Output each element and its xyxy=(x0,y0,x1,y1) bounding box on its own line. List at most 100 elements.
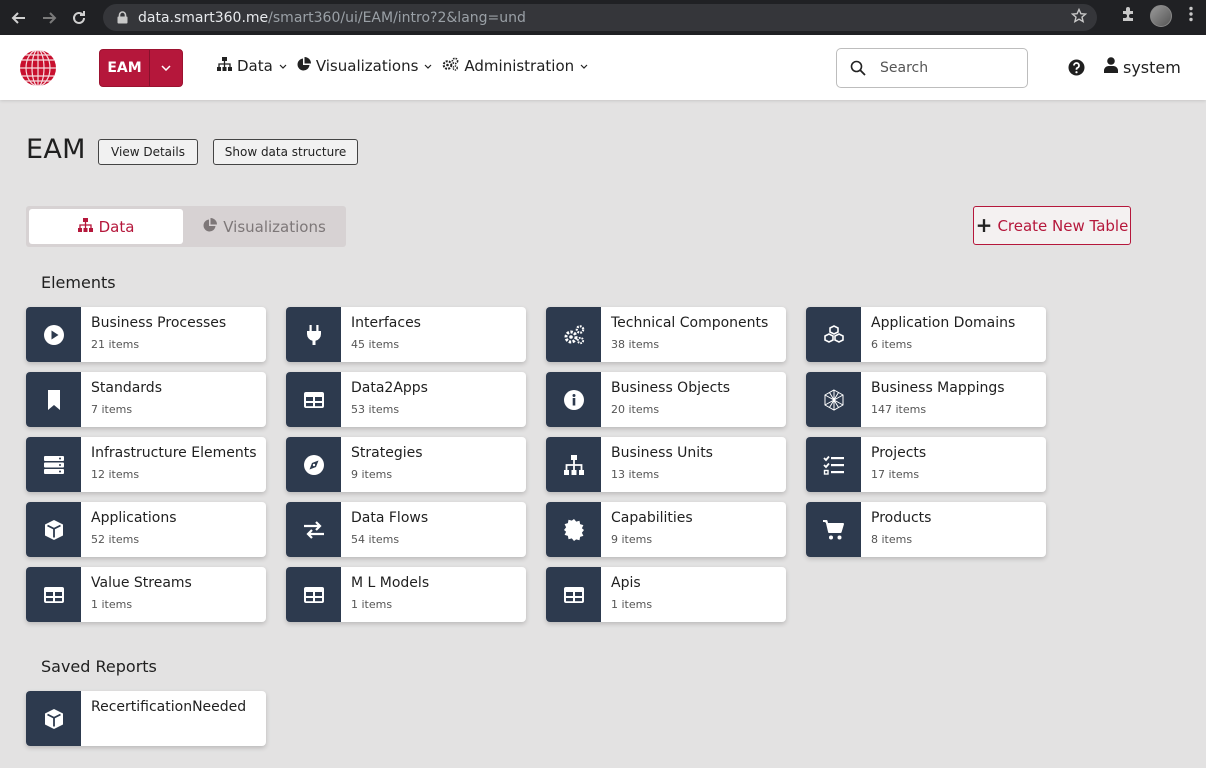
card-count: 147 items xyxy=(871,403,927,416)
view-toggle: Data Visualizations xyxy=(26,206,346,247)
element-card[interactable]: Business Processes 21 items xyxy=(26,307,266,362)
element-card[interactable]: Applications 52 items xyxy=(26,502,266,557)
browser-menu-icon[interactable] xyxy=(1186,6,1196,27)
element-card[interactable]: Data2Apps 53 items xyxy=(286,372,526,427)
card-text: M L Models 1 items xyxy=(341,567,429,622)
card-name: Standards xyxy=(91,380,162,396)
help-icon[interactable] xyxy=(1068,59,1085,76)
app-switcher-label[interactable]: EAM xyxy=(100,50,150,86)
card-count: 6 items xyxy=(871,338,913,351)
card-name: Business Units xyxy=(611,445,713,461)
element-card[interactable]: Interfaces 45 items xyxy=(286,307,526,362)
app-switcher[interactable]: EAM xyxy=(99,49,183,87)
app-header: EAM Data Visualizations Administration S… xyxy=(0,35,1206,100)
element-card[interactable]: Value Streams 1 items xyxy=(26,567,266,622)
page-title: EAM xyxy=(26,134,86,165)
element-card[interactable]: Capabilities 9 items xyxy=(546,502,786,557)
card-count: 54 items xyxy=(351,533,400,546)
saved-reports-section-title: Saved Reports xyxy=(41,657,157,676)
create-new-table-button[interactable]: + Create New Table xyxy=(973,206,1131,245)
hexagon-mesh-icon xyxy=(806,372,861,427)
nav-data[interactable]: Data xyxy=(217,57,287,75)
element-card[interactable]: Application Domains 6 items xyxy=(806,307,1046,362)
back-icon[interactable] xyxy=(8,7,30,29)
browser-toolbar: data.smart360.me/smart360/ui/EAM/intro?2… xyxy=(0,0,1206,35)
cogs-icon xyxy=(442,57,459,75)
nav-visualizations[interactable]: Visualizations xyxy=(297,57,433,75)
element-card[interactable]: Products 8 items xyxy=(806,502,1046,557)
tab-visualizations[interactable]: Visualizations xyxy=(186,209,343,244)
card-text: Products 8 items xyxy=(861,502,931,557)
card-name: Value Streams xyxy=(91,575,192,591)
card-text: Business Units 13 items xyxy=(601,437,713,492)
chevron-down-icon xyxy=(580,62,588,71)
profile-avatar[interactable] xyxy=(1150,5,1172,27)
card-text: Projects 17 items xyxy=(861,437,926,492)
card-name: Projects xyxy=(871,445,927,461)
card-name: Capabilities xyxy=(611,510,693,526)
card-name: Infrastructure Elements xyxy=(91,445,257,461)
element-card[interactable]: Business Units 13 items xyxy=(546,437,786,492)
card-name: M L Models xyxy=(351,575,430,591)
card-count: 1 items xyxy=(91,598,133,611)
extensions-puzzle-icon[interactable] xyxy=(1120,6,1136,26)
table-icon xyxy=(26,567,81,622)
certificate-icon xyxy=(546,502,601,557)
cube-icon xyxy=(26,691,81,746)
element-card[interactable]: Business Mappings 147 items xyxy=(806,372,1046,427)
element-card[interactable]: Data Flows 54 items xyxy=(286,502,526,557)
bookmark-star-icon[interactable] xyxy=(1070,7,1088,28)
address-bar[interactable]: data.smart360.me/smart360/ui/EAM/intro?2… xyxy=(103,4,1097,31)
element-card[interactable]: Apis 1 items xyxy=(546,567,786,622)
user-icon xyxy=(1104,57,1118,77)
card-count: 21 items xyxy=(91,338,140,351)
card-count: 20 items xyxy=(611,403,660,416)
card-count: 9 items xyxy=(611,533,653,546)
table-icon xyxy=(286,372,341,427)
card-count: 17 items xyxy=(871,468,920,481)
nav-visualizations-label: Visualizations xyxy=(315,57,419,75)
card-name: Business Objects xyxy=(611,380,731,396)
search-input[interactable] xyxy=(880,60,1010,76)
card-name: Data2Apps xyxy=(351,380,428,396)
card-name: Apis xyxy=(611,575,641,591)
search-box[interactable] xyxy=(836,48,1028,88)
tab-data[interactable]: Data xyxy=(29,209,183,244)
card-name: Strategies xyxy=(351,445,423,461)
show-data-structure-button[interactable]: Show data structure xyxy=(213,139,358,165)
element-card[interactable]: M L Models 1 items xyxy=(286,567,526,622)
element-card[interactable]: Infrastructure Elements 12 items xyxy=(26,437,266,492)
saved-report-card[interactable]: RecertificationNeeded xyxy=(26,691,266,746)
tasks-icon xyxy=(806,437,861,492)
card-count: 53 items xyxy=(351,403,400,416)
element-card[interactable]: Strategies 9 items xyxy=(286,437,526,492)
nav-administration-label: Administration xyxy=(464,57,575,75)
element-card[interactable]: Standards 7 items xyxy=(26,372,266,427)
search-icon xyxy=(850,60,866,76)
element-card[interactable]: Projects 17 items xyxy=(806,437,1046,492)
card-name: Business Processes xyxy=(91,315,227,331)
element-card[interactable]: Business Objects 20 items xyxy=(546,372,786,427)
reload-icon[interactable] xyxy=(68,7,90,29)
bookmark-icon xyxy=(26,372,81,427)
element-card[interactable]: Technical Components 38 items xyxy=(546,307,786,362)
info-circle-icon xyxy=(546,372,601,427)
chevron-down-icon[interactable] xyxy=(150,50,182,86)
view-details-button[interactable]: View Details xyxy=(98,139,198,165)
card-text: Apis 1 items xyxy=(601,567,652,622)
card-text: Capabilities 9 items xyxy=(601,502,693,557)
forward-icon[interactable] xyxy=(38,7,60,29)
card-text: Data2Apps 53 items xyxy=(341,372,428,427)
user-menu[interactable]: system xyxy=(1104,57,1181,77)
card-text: Business Mappings 147 items xyxy=(861,372,1005,427)
nav-administration[interactable]: Administration xyxy=(442,57,588,75)
chevron-down-icon xyxy=(424,62,432,71)
smart360-logo[interactable] xyxy=(19,49,57,87)
cogs-icon xyxy=(546,307,601,362)
card-text: Business Processes 21 items xyxy=(81,307,226,362)
pie-chart-icon xyxy=(297,57,311,75)
card-text: Standards 7 items xyxy=(81,372,162,427)
card-name: Products xyxy=(871,510,932,526)
url-path: /smart360/ui/EAM/intro?2&lang=und xyxy=(268,9,526,26)
card-text: Application Domains 6 items xyxy=(861,307,1015,362)
